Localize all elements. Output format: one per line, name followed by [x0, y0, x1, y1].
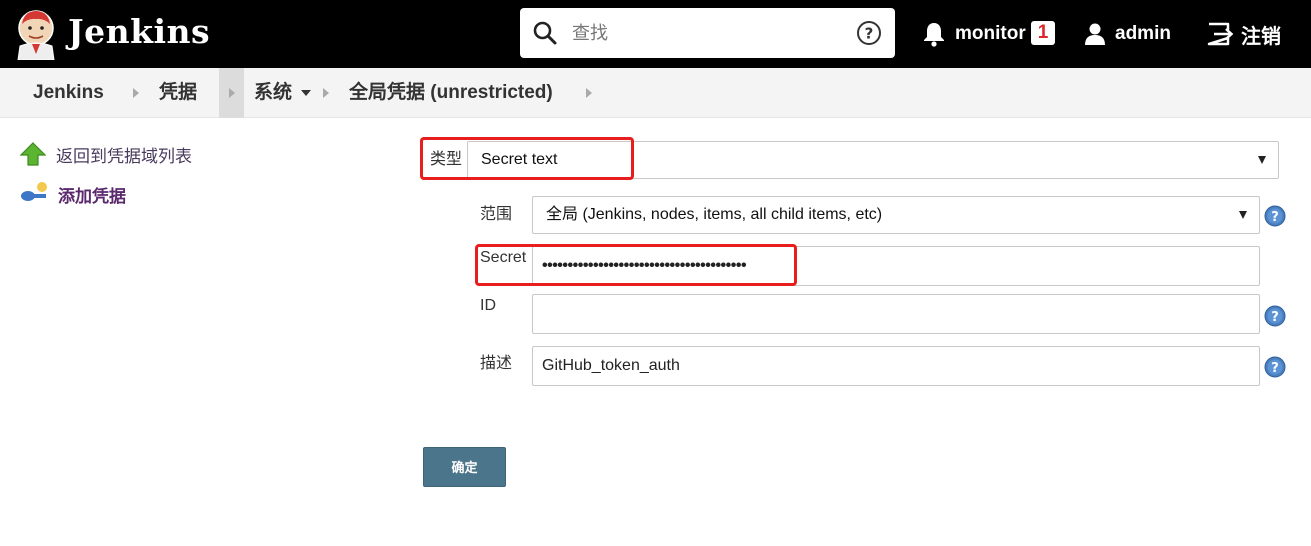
- svg-text:?: ?: [1271, 361, 1279, 376]
- top-header: Jenkins ? monitor 1 admin 注销: [0, 0, 1311, 68]
- scope-help-icon[interactable]: ?: [1264, 205, 1286, 227]
- description-input[interactable]: GitHub_token_auth: [532, 346, 1260, 386]
- search-box: ?: [520, 8, 895, 58]
- submit-button[interactable]: 确定: [423, 447, 506, 487]
- breadcrumb-separator-icon[interactable]: [229, 88, 235, 98]
- id-help-icon[interactable]: ?: [1264, 305, 1286, 327]
- kind-select-value: Secret text: [481, 151, 558, 168]
- svg-text:?: ?: [1271, 210, 1279, 225]
- breadcrumb-global-credentials[interactable]: 全局凭据 (unrestricted): [349, 68, 553, 118]
- search-input[interactable]: [572, 17, 842, 49]
- logout-icon[interactable]: [1206, 0, 1234, 68]
- breadcrumb-separator-icon[interactable]: [133, 88, 139, 98]
- id-input[interactable]: [532, 294, 1260, 334]
- chevron-down-icon[interactable]: [301, 90, 311, 96]
- logout-link[interactable]: 注销: [1241, 0, 1281, 68]
- secret-label: Secret: [480, 249, 527, 266]
- search-icon: [533, 21, 557, 45]
- svg-text:?: ?: [1271, 310, 1279, 325]
- sidebar-item-back-to-domains[interactable]: 返回到凭据域列表: [20, 140, 192, 168]
- key-icon: [21, 182, 47, 201]
- search-help-icon[interactable]: ?: [856, 20, 882, 46]
- notification-bell-icon[interactable]: [922, 0, 946, 68]
- scope-label: 范围: [480, 206, 513, 223]
- breadcrumb-credentials[interactable]: 凭据: [159, 68, 197, 118]
- scope-select[interactable]: 全局 (Jenkins, nodes, items, all child ite…: [532, 196, 1260, 234]
- monitor-link[interactable]: monitor: [955, 0, 1026, 68]
- dropdown-arrow-icon: [1239, 211, 1247, 219]
- sidebar-item-label: 返回到凭据域列表: [56, 146, 192, 166]
- dropdown-arrow-icon: [1258, 156, 1266, 164]
- sidebar-item-label: 添加凭据: [58, 186, 126, 206]
- monitor-count-badge[interactable]: 1: [1031, 21, 1055, 45]
- svg-text:?: ?: [865, 25, 874, 43]
- id-label: ID: [480, 297, 496, 314]
- breadcrumb-separator-icon[interactable]: [586, 88, 592, 98]
- jenkins-logo-icon[interactable]: [14, 8, 58, 60]
- app-name[interactable]: Jenkins: [68, 12, 210, 51]
- description-help-icon[interactable]: ?: [1264, 356, 1286, 378]
- up-arrow-icon: [20, 142, 46, 166]
- breadcrumb-jenkins[interactable]: Jenkins: [33, 68, 104, 118]
- scope-select-value: 全局 (Jenkins, nodes, items, all child ite…: [546, 206, 883, 223]
- user-name-link[interactable]: admin: [1115, 0, 1171, 68]
- user-icon[interactable]: [1084, 0, 1106, 68]
- breadcrumb-separator-icon[interactable]: [323, 88, 329, 98]
- sidebar-item-add-credentials[interactable]: 添加凭据: [20, 180, 126, 208]
- description-label: 描述: [480, 355, 513, 372]
- secret-input[interactable]: ••••••••••••••••••••••••••••••••••••••••: [532, 246, 1260, 286]
- kind-select[interactable]: Secret text: [467, 141, 1279, 179]
- breadcrumb-system[interactable]: 系统: [254, 68, 292, 118]
- kind-label: 类型: [430, 151, 463, 168]
